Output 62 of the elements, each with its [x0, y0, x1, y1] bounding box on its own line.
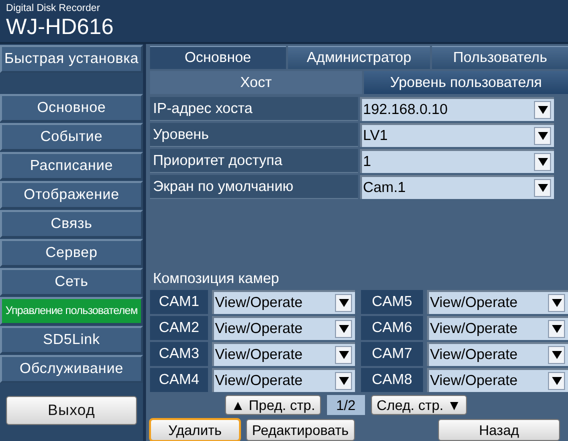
dropdown-field[interactable]: View/Operate	[427, 290, 568, 314]
model-name: WJ-HD616	[6, 15, 114, 39]
camera-label: CAM4	[150, 368, 208, 392]
exit-button[interactable]: Выход	[6, 396, 137, 425]
sidebar-item[interactable]: Сеть	[0, 268, 143, 296]
next-page-button[interactable]: След. стр. ▼	[370, 395, 468, 415]
tab[interactable]: Администратор	[288, 46, 430, 69]
dropdown-arrow-icon	[538, 132, 548, 140]
dropdown-field[interactable]: View/Operate	[212, 342, 355, 366]
camera-label: CAM6	[361, 316, 423, 340]
sidebar-item[interactable]: Расписание	[0, 152, 143, 180]
dropdown-arrow-icon	[338, 299, 348, 307]
camera-label: CAM1	[150, 290, 208, 314]
sidebar-item[interactable]: Событие	[0, 123, 143, 151]
dropdown-arrow-icon	[338, 325, 348, 333]
setting-label: IP-адрес хоста	[150, 97, 358, 121]
dropdown-arrow-icon	[552, 351, 562, 359]
camera-label: CAM8	[361, 368, 423, 392]
dropdown-arrow-icon	[338, 377, 348, 385]
sidebar-item[interactable]: Отображение	[0, 181, 143, 209]
dropdown-arrow-icon	[538, 106, 548, 114]
setting-label: Уровень	[150, 123, 358, 147]
dropdown-arrow-icon	[338, 351, 348, 359]
section-title: Композиция камер	[153, 271, 280, 287]
tab[interactable]: Основное	[150, 46, 286, 69]
dropdown-arrow-icon	[538, 158, 548, 166]
product-subtitle: Digital Disk Recorder	[6, 3, 100, 15]
action-button[interactable]: Назад	[438, 419, 560, 441]
dropdown-field[interactable]: View/Operate	[427, 316, 568, 340]
previous-page-button[interactable]: ▲ Пред. стр.	[225, 395, 322, 415]
tab[interactable]: Пользователь	[432, 46, 568, 69]
sidebar-item[interactable]: Основное	[0, 94, 143, 122]
dropdown-field[interactable]: View/Operate	[212, 368, 355, 392]
camera-label: CAM3	[150, 342, 208, 366]
tab[interactable]: Хост	[150, 71, 362, 94]
sidebar-item[interactable]: SD5Link	[0, 326, 143, 354]
dropdown-field[interactable]: View/Operate	[212, 290, 355, 314]
sidebar-item[interactable]: Сервер	[0, 239, 143, 267]
page-indicator: 1/2	[327, 395, 365, 415]
action-button[interactable]: Удалить	[150, 419, 240, 441]
camera-label: CAM5	[361, 290, 423, 314]
dropdown-arrow-icon	[538, 184, 548, 192]
camera-label: CAM2	[150, 316, 208, 340]
dropdown-field[interactable]: Cam.1	[360, 175, 554, 199]
dropdown-arrow-icon	[552, 377, 562, 385]
setting-label: Приоритет доступа	[150, 149, 358, 173]
dropdown-arrow-icon	[552, 325, 562, 333]
sidebar-item[interactable]: Связь	[0, 210, 143, 238]
sidebar-item[interactable]: Управление пользователем	[0, 297, 143, 325]
tab[interactable]: Уровень пользователя	[364, 71, 568, 94]
sidebar-item[interactable]: Обслуживание	[0, 355, 143, 383]
quick-setup-button[interactable]: Быстрая установка	[0, 45, 143, 73]
dropdown-field[interactable]: View/Operate	[212, 316, 355, 340]
dropdown-field[interactable]: 1	[360, 149, 554, 173]
dropdown-field[interactable]: View/Operate	[427, 368, 568, 392]
action-button[interactable]: Редактировать	[246, 419, 355, 441]
camera-label: CAM7	[361, 342, 423, 366]
setting-label: Экран по умолчанию	[150, 175, 358, 199]
dropdown-field[interactable]: 192.168.0.10	[360, 97, 554, 121]
dropdown-arrow-icon	[552, 299, 562, 307]
dropdown-field[interactable]: View/Operate	[427, 342, 568, 366]
dropdown-field[interactable]: LV1	[360, 123, 554, 147]
